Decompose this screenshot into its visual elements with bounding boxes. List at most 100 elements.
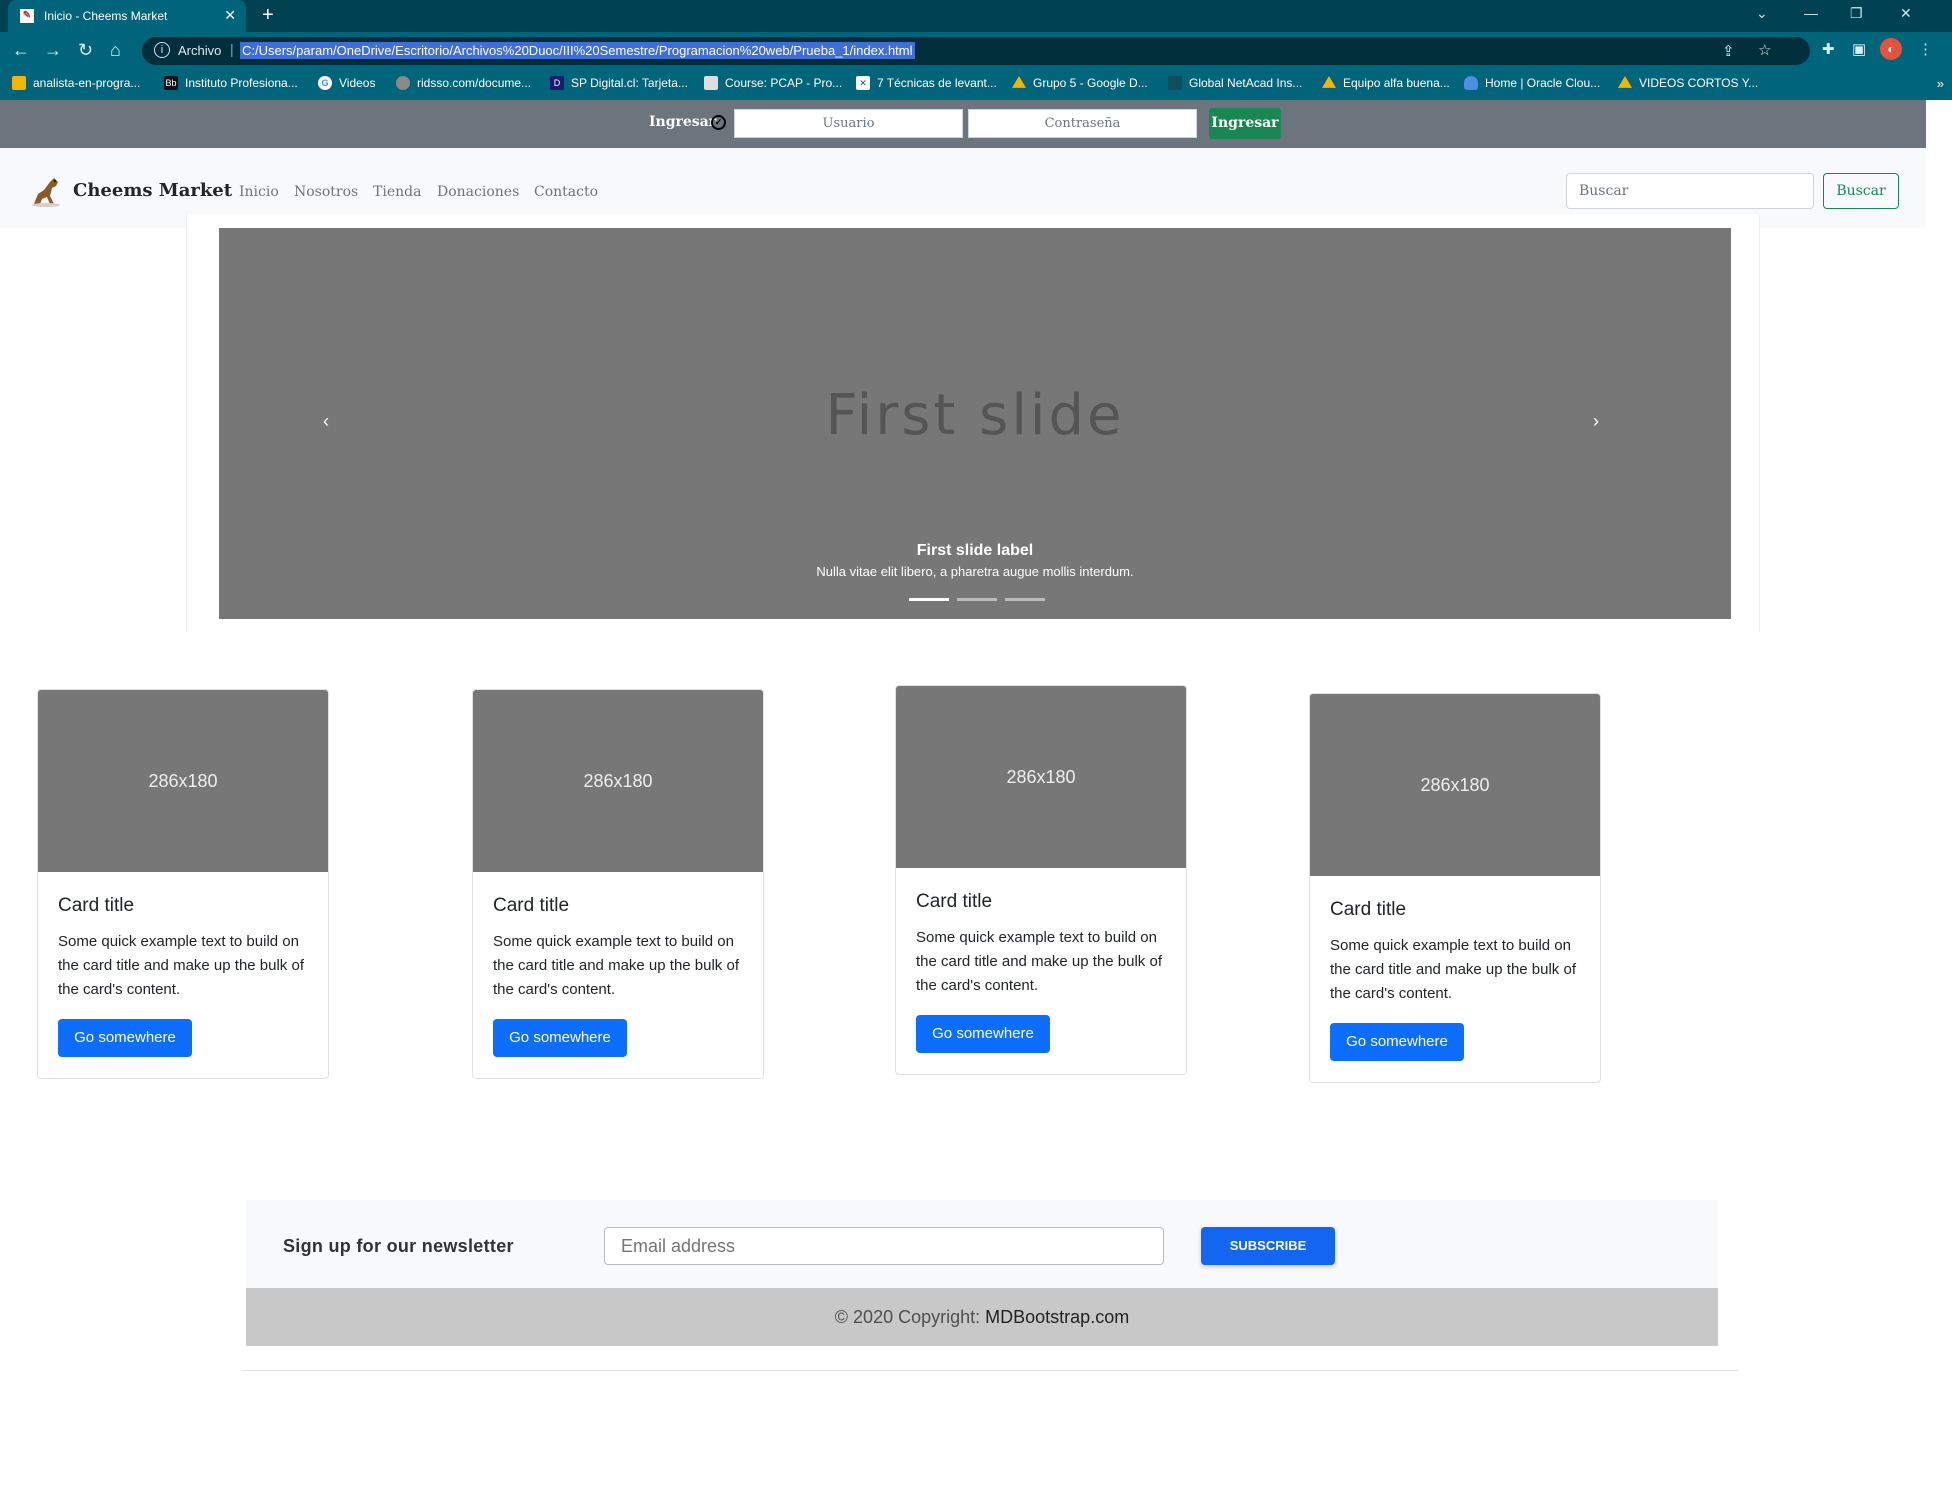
- bookmark-star-icon[interactable]: ☆: [1758, 41, 1771, 59]
- carousel-indicator[interactable]: [957, 598, 997, 601]
- spdigital-icon: D: [550, 76, 564, 90]
- google-icon: G: [318, 76, 332, 90]
- blackboard-icon: Bb: [164, 76, 178, 90]
- cloud-icon: [1464, 76, 1478, 90]
- browser-tab[interactable]: ✎ Inicio - Cheems Market ✕: [8, 0, 246, 32]
- bookmark-label: analista-en-progra...: [33, 76, 141, 90]
- bookmark-item[interactable]: ridsso.com/docume...: [396, 76, 531, 90]
- card-button[interactable]: Go somewhere: [1330, 1023, 1464, 1061]
- check-circle-icon: ✓: [711, 115, 726, 130]
- reload-icon[interactable]: ↻: [78, 40, 93, 61]
- product-card: 286x180 Card title Some quick example te…: [37, 689, 329, 1079]
- page-favicon-icon: ✎: [20, 9, 34, 23]
- bookmark-item[interactable]: Bb Instituto Profesiona...: [164, 76, 298, 90]
- login-button[interactable]: Ingresar: [1209, 108, 1281, 139]
- more-bookmarks-icon[interactable]: »: [1937, 76, 1944, 91]
- card-text: Some quick example text to build on the …: [1330, 937, 1576, 1002]
- back-icon[interactable]: ←: [12, 40, 30, 61]
- card-title: Card title: [493, 895, 570, 916]
- bookmark-item[interactable]: G Videos: [318, 76, 375, 90]
- new-tab-button[interactable]: +: [262, 4, 274, 27]
- slide-caption-title: First slide label: [916, 542, 1034, 559]
- bookmark-label: Home | Oracle Clou...: [1485, 76, 1601, 90]
- home-icon[interactable]: ⌂: [110, 40, 121, 61]
- bookmark-label: Instituto Profesiona...: [185, 76, 298, 90]
- bookmark-item[interactable]: Grupo 5 - Google D...: [1012, 76, 1148, 90]
- google-drive-icon: [1012, 76, 1026, 88]
- card-title: Card title: [1330, 899, 1407, 920]
- nav-link-inicio[interactable]: Inicio: [239, 184, 279, 200]
- bookmark-label: SP Digital.cl: Tarjeta...: [571, 76, 688, 90]
- bookmark-label: ridsso.com/docume...: [417, 76, 532, 90]
- card-button[interactable]: Go somewhere: [493, 1019, 627, 1057]
- product-card: 286x180 Card title Some quick example te…: [1309, 693, 1601, 1083]
- side-panel-icon[interactable]: ▣: [1852, 40, 1866, 58]
- bookmark-label: Videos: [339, 76, 376, 90]
- forward-icon[interactable]: →: [44, 40, 62, 61]
- username-input[interactable]: Usuario: [734, 109, 963, 138]
- menu-kebab-icon[interactable]: ⋮: [1918, 40, 1933, 58]
- nav-link-contacto[interactable]: Contacto: [534, 184, 598, 200]
- password-input[interactable]: Contraseña: [968, 109, 1197, 138]
- brand-name[interactable]: Cheems Market: [73, 180, 232, 201]
- bookmark-item[interactable]: ✕ 7 Técnicas de levant...: [856, 76, 997, 90]
- carousel-next-icon[interactable]: ›: [1593, 411, 1599, 432]
- card-image-placeholder: 286x180: [896, 686, 1186, 868]
- bookmarks-bar: analista-en-progra... Bb Instituto Profes…: [0, 70, 1952, 100]
- carousel-indicator[interactable]: [1005, 598, 1045, 601]
- subscribe-button[interactable]: SUBSCRIBE: [1201, 1227, 1335, 1265]
- card-image-placeholder: 286x180: [1310, 694, 1600, 876]
- bookmark-item[interactable]: Global NetAcad Ins...: [1168, 76, 1302, 90]
- puzzle-icon: ✕: [856, 76, 870, 90]
- search-input[interactable]: Buscar: [1566, 173, 1814, 209]
- bookmark-label: Grupo 5 - Google D...: [1033, 76, 1148, 90]
- browser-toolbar: ← → ↻ ⌂ i Archivo | C:/Users/param/OneDr…: [0, 32, 1952, 70]
- product-card: 286x180 Card title Some quick example te…: [895, 685, 1187, 1075]
- card-button[interactable]: Go somewhere: [916, 1015, 1050, 1053]
- tab-title: Inicio - Cheems Market: [44, 9, 168, 23]
- site-info-icon[interactable]: i: [154, 42, 170, 58]
- course-icon: [704, 76, 718, 90]
- minimize-icon[interactable]: —: [1804, 5, 1818, 21]
- login-label: Ingresar: [649, 114, 717, 130]
- google-drive-icon: [1322, 76, 1336, 88]
- carousel-indicator[interactable]: [909, 598, 949, 601]
- carousel-prev-icon[interactable]: ‹: [323, 411, 329, 432]
- share-icon[interactable]: ⇪: [1722, 42, 1735, 60]
- login-bar: Ingresar ✓ Usuario Contraseña Ingresar: [0, 100, 1926, 148]
- bookmark-icon: [12, 76, 26, 90]
- bookmark-item[interactable]: Course: PCAP - Pro...: [704, 76, 842, 90]
- nav-link-nosotros[interactable]: Nosotros: [294, 184, 358, 200]
- footer-divider: [242, 1370, 1738, 1371]
- tab-search-icon[interactable]: ⌄: [1756, 5, 1768, 22]
- globe-icon: [396, 76, 410, 90]
- profile-avatar-icon[interactable]: ◐: [1880, 38, 1902, 60]
- card-text: Some quick example text to build on the …: [493, 933, 739, 998]
- bookmark-item[interactable]: analista-en-progra...: [12, 76, 140, 90]
- search-button[interactable]: Buscar: [1823, 173, 1899, 209]
- bookmark-item[interactable]: D SP Digital.cl: Tarjeta...: [550, 76, 688, 90]
- hero-carousel: First slide ‹ › First slide label Nulla …: [219, 228, 1731, 619]
- bookmark-item[interactable]: Home | Oracle Clou...: [1464, 76, 1600, 90]
- restore-icon[interactable]: ❐: [1850, 5, 1863, 22]
- dog-logo-icon[interactable]: [28, 174, 64, 208]
- card-button[interactable]: Go somewhere: [58, 1019, 192, 1057]
- card-image-placeholder: 286x180: [473, 690, 763, 872]
- slide-placeholder-text: First slide: [825, 383, 1125, 448]
- copyright-text: © 2020 Copyright:: [834, 1307, 981, 1327]
- nav-link-donaciones[interactable]: Donaciones: [437, 184, 519, 200]
- slide-caption-text: Nulla vitae elit libero, a pharetra augu…: [816, 564, 1134, 579]
- close-window-icon[interactable]: ✕: [1900, 5, 1912, 22]
- extensions-icon[interactable]: ✚: [1822, 40, 1835, 58]
- address-url[interactable]: C:/Users/param/OneDrive/Escritorio/Archi…: [240, 42, 915, 59]
- nav-link-tienda[interactable]: Tienda: [373, 184, 421, 200]
- newsletter-section: Sign up for our newsletter Email address…: [246, 1200, 1718, 1288]
- address-bar[interactable]: i Archivo | C:/Users/param/OneDrive/Escr…: [142, 37, 1810, 65]
- browser-tabstrip: ✎ Inicio - Cheems Market ✕ + ⌄ — ❐ ✕: [0, 0, 1952, 32]
- tab-close-icon[interactable]: ✕: [224, 7, 236, 24]
- copyright-link[interactable]: MDBootstrap.com: [985, 1307, 1129, 1327]
- card-text: Some quick example text to build on the …: [916, 929, 1162, 994]
- bookmark-item[interactable]: Equipo alfa buena...: [1322, 76, 1450, 90]
- newsletter-email-input[interactable]: Email address: [604, 1227, 1164, 1265]
- bookmark-item[interactable]: VIDEOS CORTOS Y...: [1618, 76, 1758, 90]
